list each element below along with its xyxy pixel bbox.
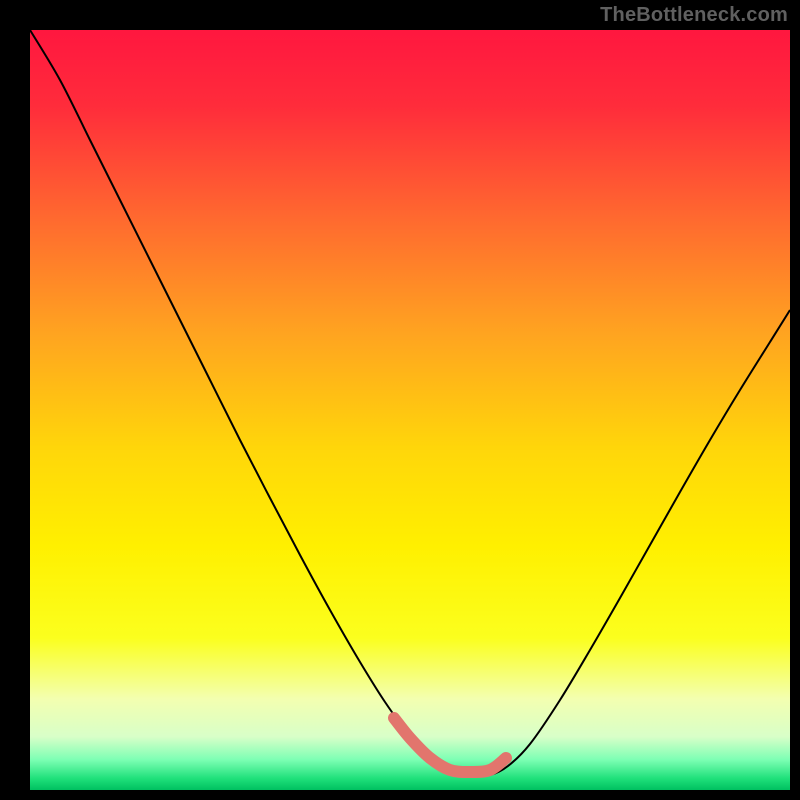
plot-background xyxy=(30,30,790,790)
watermark-text: TheBottleneck.com xyxy=(600,4,788,27)
chart-frame: TheBottleneck.com xyxy=(0,0,800,800)
bottleneck-chart xyxy=(0,0,800,800)
